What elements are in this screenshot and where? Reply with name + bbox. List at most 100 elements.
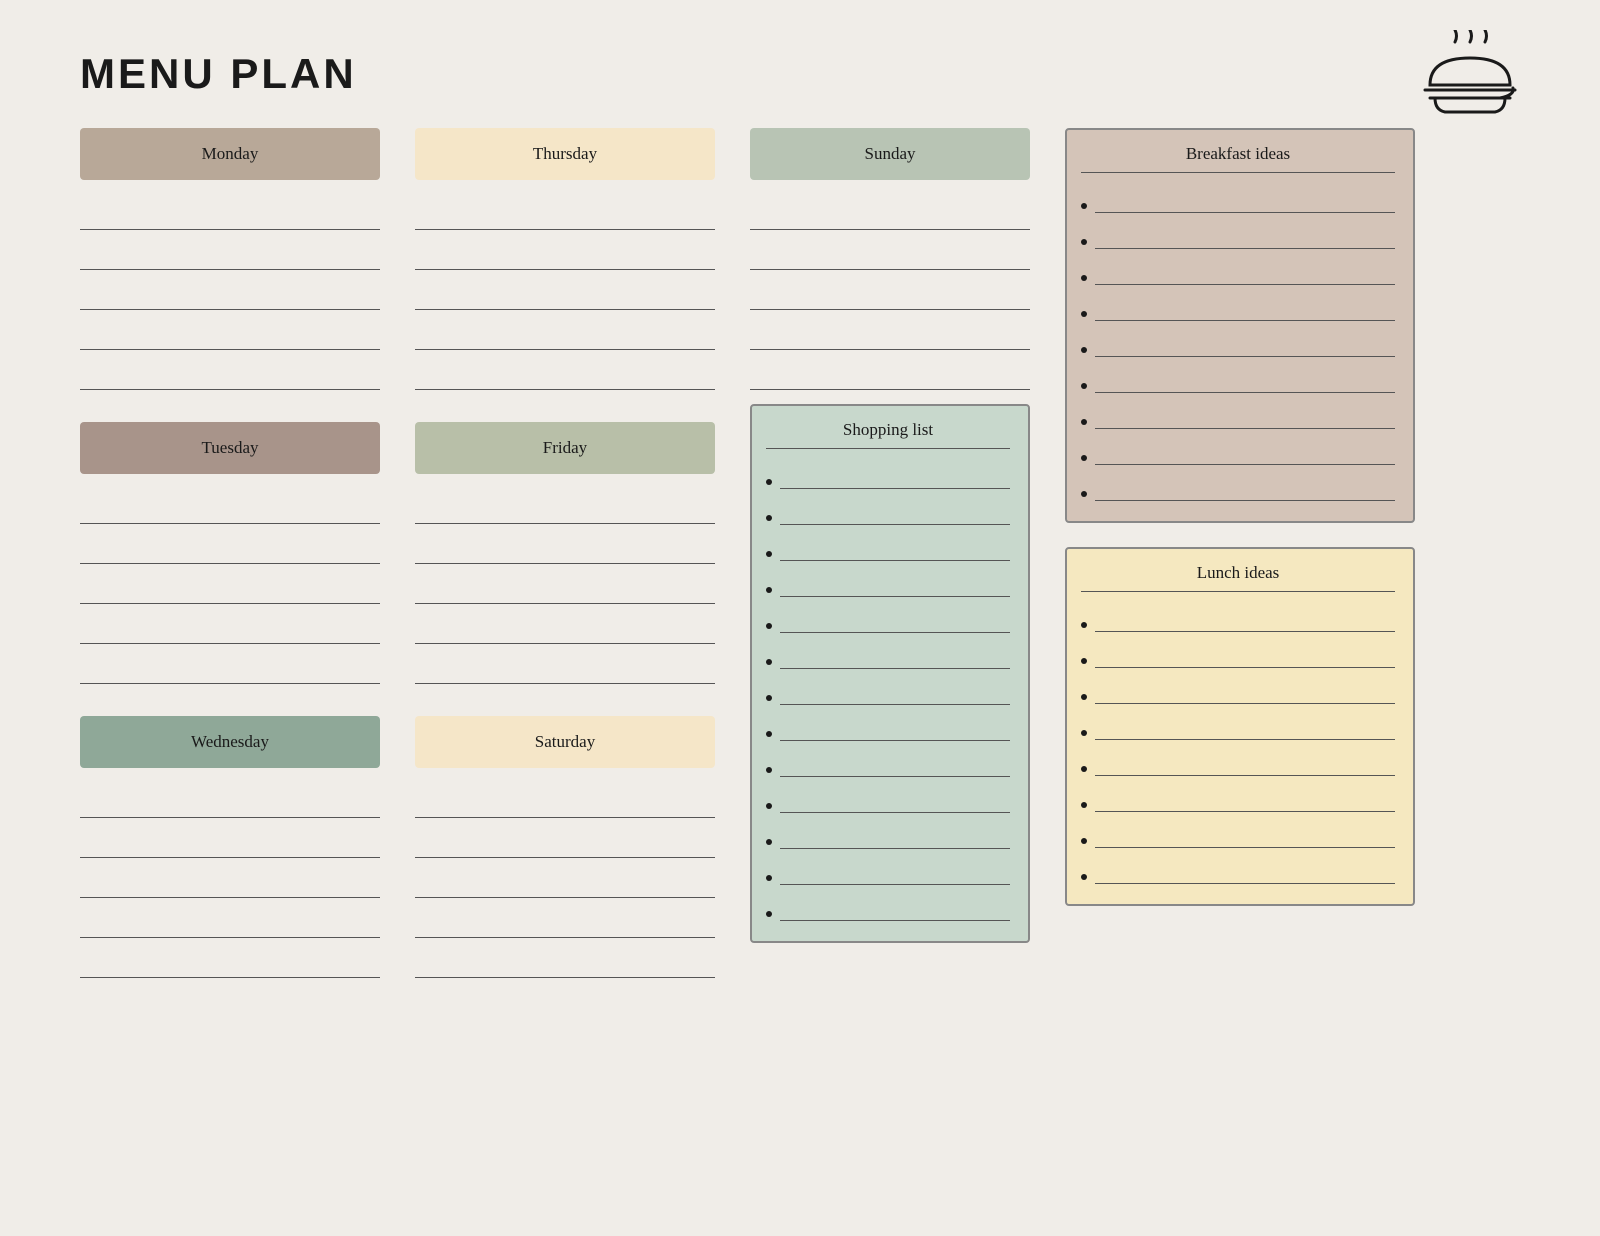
shopping-item[interactable] [766, 783, 1010, 813]
shopping-item[interactable] [766, 891, 1010, 921]
wednesday-line-1[interactable] [80, 782, 380, 818]
shopping-item[interactable] [766, 495, 1010, 525]
saturday-line-1[interactable] [415, 782, 715, 818]
sunday-line-2[interactable] [750, 234, 1030, 270]
bullet-dot [1081, 874, 1087, 880]
bullet-dot [1081, 730, 1087, 736]
friday-line-2[interactable] [415, 528, 715, 564]
shopping-item[interactable] [766, 567, 1010, 597]
sunday-line-5[interactable] [750, 354, 1030, 390]
logo-icon [1420, 30, 1520, 120]
bullet-dot [1081, 694, 1087, 700]
bullet-dot [1081, 838, 1087, 844]
shopping-item[interactable] [766, 603, 1010, 633]
lunch-item[interactable] [1081, 674, 1395, 704]
breakfast-ideas-panel: Breakfast ideas [1065, 128, 1415, 523]
bullet-dot [1081, 455, 1087, 461]
tuesday-line-5[interactable] [80, 648, 380, 684]
friday-line-1[interactable] [415, 488, 715, 524]
thursday-line-2[interactable] [415, 234, 715, 270]
tuesday-line-1[interactable] [80, 488, 380, 524]
breakfast-item[interactable] [1081, 291, 1395, 321]
page-title: MENU PLAN [80, 50, 1540, 98]
lunch-item[interactable] [1081, 710, 1395, 740]
shopping-list-title: Shopping list [766, 420, 1010, 449]
bullet-dot [1081, 203, 1087, 209]
bullet-dot [1081, 347, 1087, 353]
breakfast-item[interactable] [1081, 183, 1395, 213]
friday-line-3[interactable] [415, 568, 715, 604]
bullet-dot [766, 479, 772, 485]
breakfast-item[interactable] [1081, 327, 1395, 357]
breakfast-item[interactable] [1081, 363, 1395, 393]
bullet-dot [1081, 419, 1087, 425]
sunday-line-4[interactable] [750, 314, 1030, 350]
shopping-item[interactable] [766, 459, 1010, 489]
bullet-dot [766, 515, 772, 521]
bullet-dot [766, 839, 772, 845]
monday-line-4[interactable] [80, 314, 380, 350]
wednesday-section: Wednesday [80, 716, 380, 982]
monday-line-1[interactable] [80, 194, 380, 230]
sunday-line-3[interactable] [750, 274, 1030, 310]
bullet-dot [1081, 275, 1087, 281]
friday-line-4[interactable] [415, 608, 715, 644]
friday-line-5[interactable] [415, 648, 715, 684]
breakfast-item[interactable] [1081, 399, 1395, 429]
lunch-item[interactable] [1081, 602, 1395, 632]
saturday-header: Saturday [415, 716, 715, 768]
tuesday-line-3[interactable] [80, 568, 380, 604]
bullet-dot [766, 623, 772, 629]
breakfast-item[interactable] [1081, 435, 1395, 465]
wednesday-line-4[interactable] [80, 902, 380, 938]
shopping-item[interactable] [766, 711, 1010, 741]
bullet-dot [766, 803, 772, 809]
lunch-item[interactable] [1081, 854, 1395, 884]
bullet-dot [766, 659, 772, 665]
bullet-dot [766, 587, 772, 593]
tuesday-line-2[interactable] [80, 528, 380, 564]
lunch-item[interactable] [1081, 782, 1395, 812]
saturday-line-2[interactable] [415, 822, 715, 858]
column-sunday-shopping: Sunday Shopping list [750, 128, 1030, 943]
thursday-line-1[interactable] [415, 194, 715, 230]
breakfast-item[interactable] [1081, 219, 1395, 249]
thursday-line-3[interactable] [415, 274, 715, 310]
lunch-item[interactable] [1081, 818, 1395, 848]
thursday-header: Thursday [415, 128, 715, 180]
column-weekdays-right: Thursday Friday Saturday [415, 128, 715, 1010]
shopping-item[interactable] [766, 819, 1010, 849]
bullet-dot [1081, 766, 1087, 772]
wednesday-line-2[interactable] [80, 822, 380, 858]
friday-header: Friday [415, 422, 715, 474]
breakfast-item[interactable] [1081, 471, 1395, 501]
monday-line-2[interactable] [80, 234, 380, 270]
bullet-dot [766, 551, 772, 557]
sunday-line-1[interactable] [750, 194, 1030, 230]
monday-line-3[interactable] [80, 274, 380, 310]
bullet-dot [1081, 239, 1087, 245]
monday-header: Monday [80, 128, 380, 180]
lunch-item[interactable] [1081, 746, 1395, 776]
monday-line-5[interactable] [80, 354, 380, 390]
breakfast-item[interactable] [1081, 255, 1395, 285]
monday-section: Monday [80, 128, 380, 394]
wednesday-line-3[interactable] [80, 862, 380, 898]
saturday-line-4[interactable] [415, 902, 715, 938]
thursday-line-5[interactable] [415, 354, 715, 390]
tuesday-section: Tuesday [80, 422, 380, 688]
shopping-item[interactable] [766, 855, 1010, 885]
wednesday-header: Wednesday [80, 716, 380, 768]
thursday-line-4[interactable] [415, 314, 715, 350]
tuesday-line-4[interactable] [80, 608, 380, 644]
shopping-item[interactable] [766, 639, 1010, 669]
shopping-item[interactable] [766, 675, 1010, 705]
lunch-item[interactable] [1081, 638, 1395, 668]
saturday-line-5[interactable] [415, 942, 715, 978]
bullet-dot [1081, 622, 1087, 628]
bullet-dot [766, 767, 772, 773]
wednesday-line-5[interactable] [80, 942, 380, 978]
shopping-item[interactable] [766, 531, 1010, 561]
saturday-line-3[interactable] [415, 862, 715, 898]
shopping-item[interactable] [766, 747, 1010, 777]
